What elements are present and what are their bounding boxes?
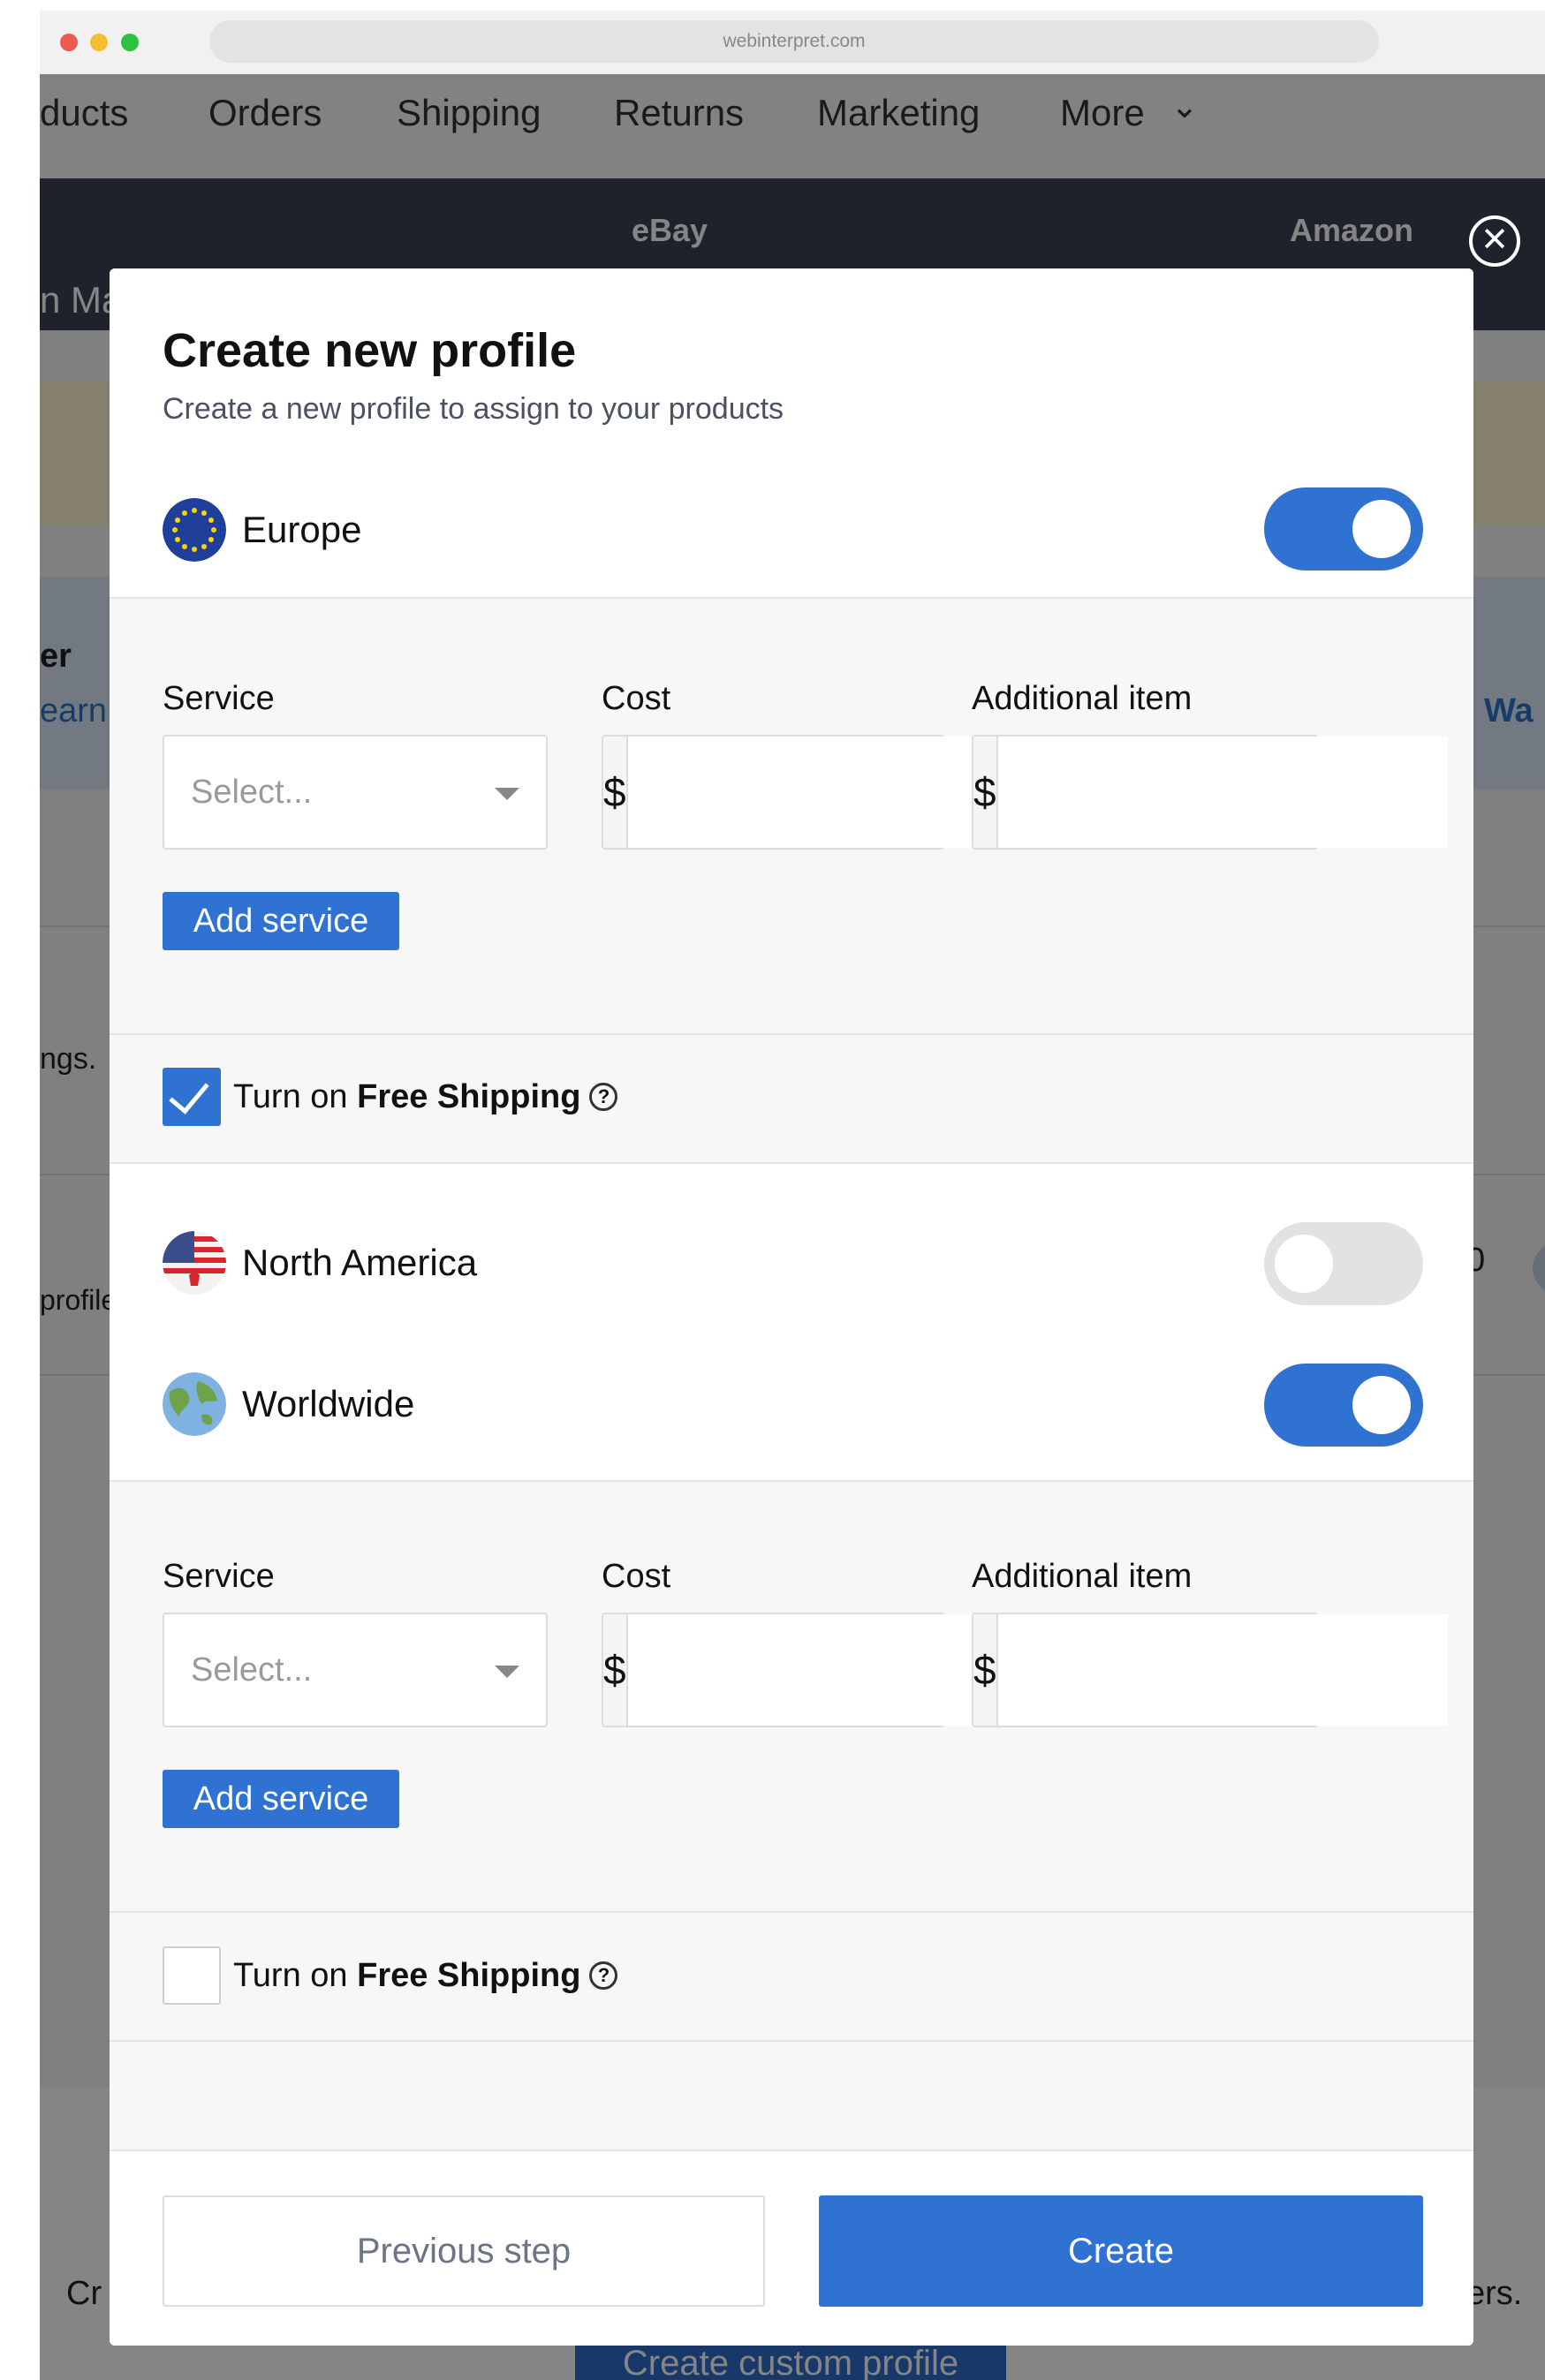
region-label: Europe <box>242 509 362 550</box>
add-service-button[interactable]: Add service <box>163 1770 399 1828</box>
region-worldwide: Worldwide <box>163 1371 414 1438</box>
north-america-toggle[interactable] <box>1264 1222 1423 1305</box>
cost-label: Cost <box>602 680 671 717</box>
additional-item-field: $ <box>972 1613 1448 1727</box>
free-shipping-row: Turn on Free Shipping ? <box>163 1946 618 2005</box>
divider <box>110 1033 1473 1035</box>
service-select[interactable]: Select... <box>163 1613 548 1727</box>
divider <box>110 1911 1473 1913</box>
globe-icon <box>163 1372 226 1436</box>
free-shipping-label[interactable]: Turn on Free Shipping <box>233 1078 580 1116</box>
free-shipping-checkbox[interactable] <box>163 1068 221 1126</box>
additional-item-label: Additional item <box>972 680 1193 717</box>
caret-down-icon <box>495 788 519 800</box>
north-america-flag-icon <box>163 1231 226 1295</box>
close-icon[interactable]: ✕ <box>1469 215 1520 267</box>
service-label: Service <box>163 680 275 717</box>
create-button[interactable]: Create <box>819 2195 1423 2307</box>
divider <box>110 2040 1473 2042</box>
address-bar[interactable]: webinterpret.com <box>209 20 1379 63</box>
worldwide-toggle[interactable] <box>1264 1364 1423 1447</box>
region-label: Worldwide <box>242 1383 415 1424</box>
window-maximize-dot[interactable] <box>121 34 139 51</box>
divider <box>110 597 1473 599</box>
modal-title: Create new profile <box>163 324 577 377</box>
help-icon[interactable]: ? <box>589 1961 618 1990</box>
create-profile-modal: Create new profile Create a new profile … <box>110 268 1473 2346</box>
dollar-icon: $ <box>973 1614 998 1726</box>
dollar-icon: $ <box>603 1614 628 1726</box>
service-label: Service <box>163 1558 275 1595</box>
cost-label: Cost <box>602 1558 671 1595</box>
previous-step-button[interactable]: Previous step <box>163 2195 765 2307</box>
additional-item-input[interactable] <box>997 1614 1448 1726</box>
modal-subtitle: Create a new profile to assign to your p… <box>163 392 784 426</box>
caret-down-icon <box>495 1666 519 1678</box>
eu-flag-icon <box>163 498 226 562</box>
checkmark-icon <box>169 1072 209 1114</box>
cost-field: $ <box>602 735 1078 850</box>
window-close-dot[interactable] <box>60 34 78 51</box>
free-shipping-row: Turn on Free Shipping ? <box>163 1068 618 1126</box>
divider <box>110 1480 1473 1482</box>
select-placeholder: Select... <box>191 773 313 811</box>
dollar-icon: $ <box>603 737 628 848</box>
additional-item-field: $ <box>972 735 1448 850</box>
region-north-america: North America <box>163 1229 477 1296</box>
region-label: North America <box>242 1242 478 1283</box>
free-shipping-label[interactable]: Turn on Free Shipping <box>233 1957 580 1995</box>
cost-field: $ <box>602 1613 1078 1727</box>
toggle-knob <box>1275 1235 1333 1293</box>
free-shipping-checkbox[interactable] <box>163 1946 221 2005</box>
help-icon[interactable]: ? <box>589 1083 618 1111</box>
service-select[interactable]: Select... <box>163 735 548 850</box>
additional-item-label: Additional item <box>972 1558 1193 1595</box>
region-europe: Europe <box>163 496 361 563</box>
toggle-knob <box>1352 1376 1411 1434</box>
select-placeholder: Select... <box>191 1651 313 1689</box>
dollar-icon: $ <box>973 737 998 848</box>
additional-item-input[interactable] <box>997 737 1448 848</box>
add-service-button[interactable]: Add service <box>163 892 399 950</box>
window-minimize-dot[interactable] <box>90 34 108 51</box>
europe-toggle[interactable] <box>1264 487 1423 570</box>
toggle-knob <box>1352 500 1411 558</box>
